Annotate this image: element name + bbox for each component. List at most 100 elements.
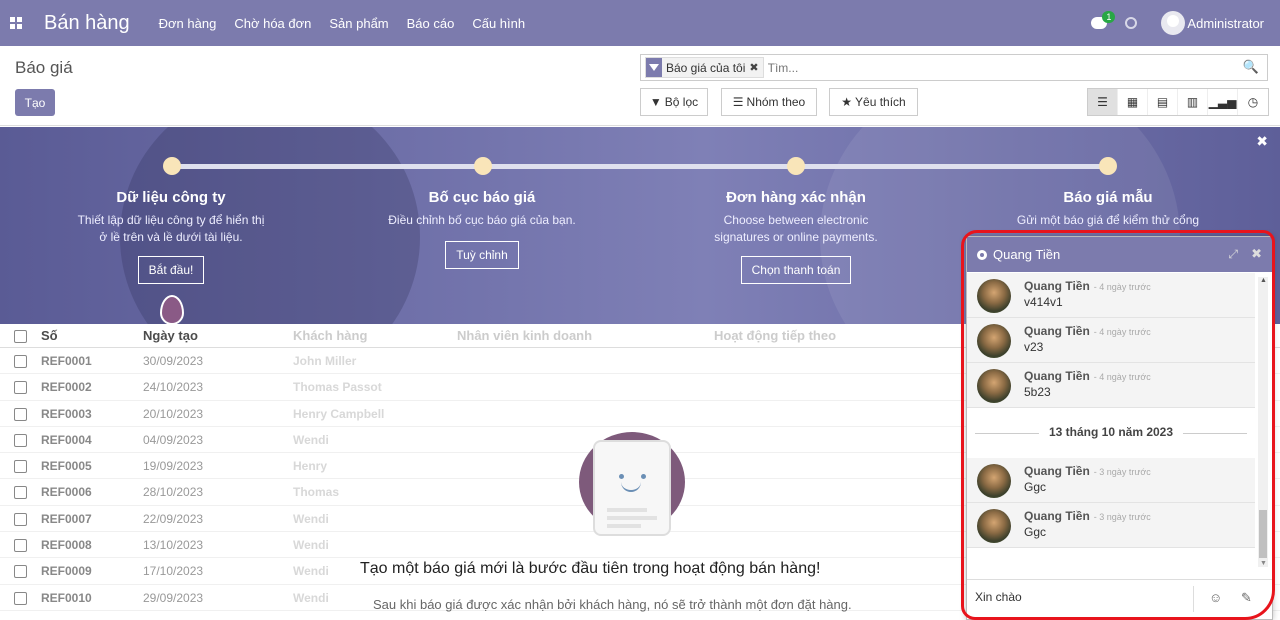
activity-view-icon[interactable]: ◷	[1238, 89, 1268, 115]
message-time: - 3 ngày trước	[1093, 467, 1151, 477]
graph-view-icon[interactable]: ▁▃▅	[1208, 89, 1238, 115]
online-status-icon	[977, 249, 987, 260]
column-header-number[interactable]: Số	[41, 328, 58, 343]
row-checkbox[interactable]	[14, 512, 27, 526]
user-menu-name[interactable]: Administrator	[1187, 16, 1280, 31]
bars-icon: ☰	[732, 95, 744, 109]
cell-customer: Thomas	[293, 485, 340, 500]
pivot-view-icon[interactable]: ▥	[1178, 89, 1208, 115]
step-title: Dữ liệu công ty	[116, 189, 226, 206]
calendar-view-icon[interactable]: ▤	[1148, 89, 1178, 115]
menu-item-reports[interactable]: Báo cáo	[398, 16, 464, 31]
column-header-customer[interactable]: Khách hàng	[293, 328, 367, 343]
group-by-button[interactable]: ☰ Nhóm theo	[721, 88, 817, 116]
row-checkbox[interactable]	[14, 381, 27, 395]
author-avatar	[977, 509, 1011, 543]
scroll-thumb[interactable]	[1259, 510, 1267, 558]
row-checkbox[interactable]	[14, 591, 27, 605]
step-quotation-layout: Bố cục báo giá Điều chỉnh bố cục báo giá…	[352, 189, 612, 269]
filter-button[interactable]: ▼ Bộ lọc	[640, 88, 708, 116]
step-title: Đơn hàng xác nhận	[726, 189, 866, 206]
chat-partner-name: Quang Tiền	[993, 247, 1061, 262]
chat-window-header[interactable]: Quang Tiền ⤢ ✖	[967, 237, 1272, 272]
expand-icon[interactable]: ⤢	[1228, 247, 1238, 262]
start-button[interactable]: Bắt đầu!	[137, 256, 205, 284]
message-author: Quang Tiền - 4 ngày trước	[1024, 324, 1151, 338]
step-title: Bố cục báo giá	[428, 189, 536, 206]
emoji-icon[interactable]: ☺	[1209, 590, 1222, 605]
menu-item-orders[interactable]: Đơn hàng	[150, 16, 226, 31]
cell-customer: Wendi	[293, 590, 329, 605]
step-dot-3	[787, 157, 805, 175]
chat-message: Quang Tiền - 3 ngày trước Ggc	[967, 458, 1255, 503]
chat-scrollbar[interactable]: ▲ ▼	[1258, 277, 1268, 567]
search-icon[interactable]: 🔍	[1243, 59, 1259, 75]
banner-close-icon[interactable]: ✖	[1256, 133, 1268, 150]
chat-message: Quang Tiền - 4 ngày trước v414v1	[967, 273, 1255, 318]
cell-ref: REF0006	[41, 485, 92, 500]
row-checkbox[interactable]	[14, 433, 27, 447]
column-header-date[interactable]: Ngày tạo	[143, 328, 198, 343]
message-time: - 4 ngày trước	[1093, 282, 1151, 292]
choose-payment-button[interactable]: Chọn thanh toán	[740, 256, 852, 284]
message-time: - 3 ngày trước	[1093, 512, 1151, 522]
menu-item-configuration[interactable]: Cấu hình	[463, 16, 534, 31]
star-icon: ★	[841, 95, 853, 109]
cell-ref: REF0001	[41, 354, 92, 368]
message-time: - 4 ngày trước	[1093, 372, 1151, 382]
cell-date: 13/10/2023	[143, 538, 204, 553]
chat-composer: ☺ ✎	[967, 579, 1272, 619]
row-checkbox[interactable]	[14, 355, 27, 368]
message-time: - 4 ngày trước	[1093, 327, 1151, 337]
menu-item-to-invoice[interactable]: Chờ hóa đơn	[225, 16, 320, 31]
column-header-salesperson[interactable]: Nhân viên kinh doanh	[457, 328, 592, 343]
create-button[interactable]: Tạo	[15, 89, 55, 116]
step-dot-2	[474, 157, 492, 175]
cell-customer: John Miller	[293, 354, 357, 368]
message-author: Quang Tiền - 4 ngày trước	[1024, 279, 1151, 293]
chat-thread: Quang Tiền - 4 ngày trước v414v1 Quang Ti…	[967, 273, 1255, 573]
scroll-down-arrow-icon[interactable]: ▼	[1260, 560, 1267, 567]
author-avatar	[977, 279, 1011, 313]
cell-ref: REF0008	[41, 538, 92, 553]
column-header-next-activity[interactable]: Hoạt động tiếp theo	[714, 328, 836, 343]
row-checkbox[interactable]	[14, 407, 27, 421]
messaging-menu[interactable]: 1	[1091, 11, 1116, 29]
message-input[interactable]	[975, 590, 1185, 604]
author-avatar	[977, 464, 1011, 498]
app-menu-button[interactable]	[0, 0, 32, 46]
cell-ref: REF0009	[41, 564, 92, 579]
row-checkbox[interactable]	[14, 486, 27, 500]
paperclip-icon[interactable]: ✎	[1241, 590, 1252, 606]
step-desc-line1: Choose between electronic	[723, 213, 869, 227]
filter-icon: ▼	[649, 95, 662, 109]
customize-button[interactable]: Tuỳ chỉnh	[445, 241, 519, 269]
scroll-up-arrow-icon[interactable]: ▲	[1260, 277, 1267, 284]
step-desc-line2: signatures or online payments.	[714, 230, 878, 244]
row-checkbox[interactable]	[14, 539, 27, 553]
favorites-button[interactable]: ★ Yêu thích	[829, 88, 918, 116]
view-switcher: ☰ ▦ ▤ ▥ ▁▃▅ ◷	[1087, 88, 1269, 116]
search-input[interactable]	[767, 60, 1208, 75]
select-all-checkbox[interactable]	[14, 330, 27, 343]
filter-funnel-icon	[646, 58, 662, 77]
date-separator-label: 13 tháng 10 năm 2023	[1038, 425, 1184, 439]
activity-clock-icon[interactable]	[1125, 17, 1138, 29]
message-count-badge: 1	[1102, 11, 1116, 23]
filter-label: Bộ lọc	[664, 95, 699, 109]
cell-ref: REF0002	[41, 380, 92, 395]
kanban-view-icon[interactable]: ▦	[1118, 89, 1148, 115]
user-avatar[interactable]	[1161, 11, 1186, 35]
app-brand[interactable]: Bán hàng	[32, 12, 140, 35]
facet-remove-icon[interactable]: ✖	[749, 61, 762, 74]
cell-customer: Wendi	[293, 538, 329, 553]
row-checkbox[interactable]	[14, 565, 27, 579]
list-view-icon[interactable]: ☰	[1088, 89, 1118, 115]
close-icon[interactable]: ✖	[1251, 246, 1262, 262]
message-text: 5b23	[1024, 385, 1051, 399]
cell-ref: REF0004	[41, 432, 92, 447]
cell-ref: REF0003	[41, 406, 92, 421]
menu-item-products[interactable]: Sản phẩm	[320, 16, 397, 31]
cell-date: 20/10/2023	[143, 406, 204, 421]
row-checkbox[interactable]	[14, 460, 27, 474]
